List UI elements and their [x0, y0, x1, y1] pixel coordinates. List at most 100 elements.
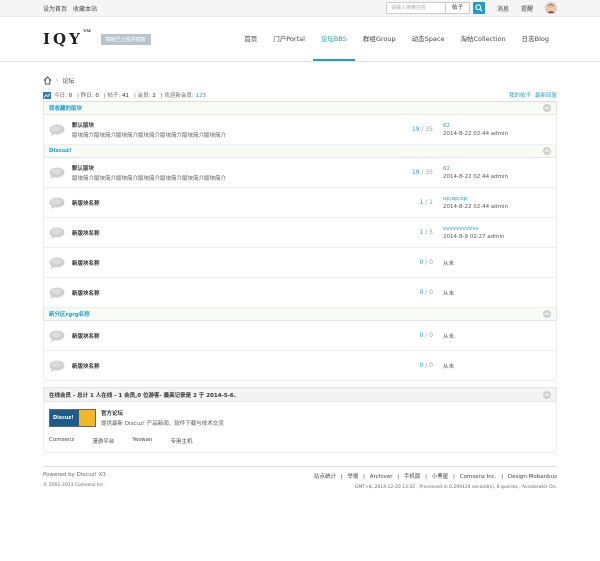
logo-text: IQY — [43, 30, 83, 48]
group-title[interactable]: 我收藏的版块 — [49, 104, 82, 112]
footer-link-blackroom[interactable]: 小黑屋 — [432, 474, 449, 480]
powered-by[interactable]: Powered by Discuz! X3 — [43, 472, 106, 478]
forum-groups: 我收藏的版块默认版块 版块简介版块简介版块简介版块简介版块简介版块简介版块简介 19… — [43, 102, 557, 381]
footer-divider: | — [363, 474, 365, 480]
stat-newest: | 欢迎新会员: 123 — [160, 93, 206, 99]
featured-link[interactable]: Discuz! 官方论坛 提供最新 Discuz! 产品新闻、软件下载与技术交流 — [49, 409, 551, 427]
forum-counts: 1 / 1 — [407, 199, 434, 206]
footer-right: 站点统计 | 举报 | Archiver | 手机版 | 小黑屋 | Comse… — [311, 472, 557, 490]
set-homepage-link[interactable]: 设为首页 — [43, 4, 67, 13]
forum-bubble-icon — [49, 330, 65, 342]
online-members-bar[interactable]: 在线会员 - 总计 1 人在线 - 1 会员,0 位游客- 最高记录是 2 于 … — [43, 387, 557, 402]
featured-link-title[interactable]: 官方论坛 — [101, 409, 224, 417]
search-input[interactable]: 请输入搜索内容 — [385, 2, 446, 14]
footer-link-archiver[interactable]: Archiver — [370, 474, 393, 480]
post-count: 5 — [429, 229, 433, 236]
thread-count: 19 — [411, 126, 420, 133]
last-post-never: 从未 — [443, 260, 455, 267]
bookmark-site-link[interactable]: 收藏本站 — [73, 4, 97, 13]
group-header[interactable]: 新分区rgrg名称 — [43, 308, 557, 321]
search-scope-select[interactable]: 帖子 — [445, 2, 470, 14]
forum-counts: 19 / 35 — [407, 169, 433, 176]
post-count: 0 — [429, 332, 433, 339]
my-posts-link[interactable]: 我的帖子 — [509, 91, 531, 99]
last-post-never: 从未 — [443, 290, 455, 297]
footer-divider: | — [397, 474, 400, 480]
footer-link-report[interactable]: 举报 — [347, 474, 358, 480]
forum-row: 默认版块 版块简介版块简介版块简介版块简介版块简介版块简介版块简介 19 / 35 6… — [43, 158, 557, 188]
stat-yesterday-value: 0 — [95, 93, 99, 99]
forum-name[interactable]: 新版块名称 — [72, 259, 407, 267]
latest-replies-link[interactable]: 最新回复 — [535, 91, 557, 99]
footer-divider: | — [425, 474, 428, 480]
footer-link-comsenz[interactable]: Comsenz Inc. — [460, 474, 497, 480]
forum-counts: 0 / 0 — [407, 289, 434, 296]
forum-last-post: 从未 — [443, 259, 551, 267]
nav-bbs[interactable]: 论坛BBS — [312, 17, 355, 61]
discuz-logo[interactable]: Discuz! — [49, 409, 96, 427]
group-title[interactable]: Discuz! — [49, 148, 72, 154]
collapse-button[interactable] — [543, 310, 551, 318]
forum-name[interactable]: 默认版块 — [72, 121, 407, 129]
stat-today-value: 0 — [68, 93, 73, 99]
collapse-button[interactable] — [543, 104, 551, 112]
messages-link[interactable]: 消息 — [497, 4, 509, 13]
footer-link-design[interactable]: Design:Mobanbus — [508, 474, 557, 480]
nav-blog[interactable]: 日志Blog — [514, 17, 557, 61]
link-yeswan[interactable]: Yeswan — [132, 437, 152, 445]
logo-badge: 模板巴士提供模板 — [100, 33, 151, 45]
footer-link-stats[interactable]: 站点统计 — [314, 474, 336, 480]
group-header[interactable]: Discuz! — [43, 145, 557, 158]
forum-last-post: op;op;op 2014-8-22 02:44 admin — [443, 196, 551, 210]
breadcrumb-separator: › — [56, 76, 59, 84]
breadcrumb-current[interactable]: 论坛 — [62, 76, 74, 85]
stat-members-label: 会员: — [137, 93, 151, 99]
link-hosting[interactable]: 专用主机 — [170, 437, 192, 445]
nav-space[interactable]: 动态Space — [404, 17, 453, 61]
nav-portal[interactable]: 门户Portal — [265, 17, 313, 61]
forum-counts: 0 / 0 — [407, 362, 434, 369]
group-title[interactable]: 新分区rgrg名称 — [49, 310, 90, 318]
last-post-title[interactable]: op;op;op — [443, 196, 551, 202]
site-logo[interactable]: IQY TM — [43, 28, 91, 48]
forum-main: 新版块名称 — [72, 332, 407, 340]
stats-chart-icon — [43, 91, 51, 99]
forum-name[interactable]: 新版块名称 — [72, 199, 407, 207]
forum-name[interactable]: 默认版块 — [72, 164, 407, 172]
chevron-up-icon — [544, 312, 550, 316]
last-post-meta: 2014-8-22 02:44 admin — [443, 203, 509, 210]
forum-counts: 1 / 5 — [407, 229, 434, 236]
chevron-up-icon — [544, 149, 550, 153]
newest-member-link[interactable]: 123 — [195, 93, 206, 99]
group-header[interactable]: 我收藏的版块 — [43, 102, 557, 115]
forum-name[interactable]: 新版块名称 — [72, 229, 407, 237]
last-post-title[interactable]: vvvvvvvvvvv — [443, 226, 551, 232]
link-comsenz[interactable]: Comsenz — [49, 437, 74, 445]
discuz-logo-text: Discuz! — [53, 415, 74, 421]
forum-row: 新版块名称 1 / 5 vvvvvvvvvvv 2014-8-9 02:27 admi… — [43, 218, 557, 248]
nav-home[interactable]: 首页 — [236, 17, 265, 61]
link-manyou[interactable]: 漫游平台 — [92, 437, 114, 445]
forum-name[interactable]: 新版块名称 — [72, 332, 407, 340]
forum-name[interactable]: 新版块名称 — [72, 362, 407, 370]
collapse-button[interactable] — [543, 390, 551, 399]
stat-yesterday: | 昨日: 0 — [77, 93, 99, 99]
avatar[interactable] — [545, 2, 557, 14]
forum-name[interactable]: 新版块名称 — [72, 289, 407, 297]
stat-members: | 会员: 2 — [134, 93, 156, 99]
nav-group[interactable]: 群组Group — [355, 17, 404, 61]
forum-main: 新版块名称 — [72, 289, 407, 297]
main-nav: 首页 门户Portal 论坛BBS 群组Group 动态Space 淘帖Coll… — [236, 17, 557, 61]
stat-yesterday-label: 昨日: — [80, 93, 94, 99]
notifications-link[interactable]: 提醒 — [521, 4, 533, 13]
nav-collection[interactable]: 淘帖Collection — [452, 17, 513, 61]
last-post-title[interactable]: 62 — [443, 166, 551, 172]
last-post-never: 从未 — [443, 333, 455, 340]
search-button[interactable] — [472, 2, 485, 14]
collapse-button[interactable] — [543, 147, 551, 155]
last-post-title[interactable]: 62 — [443, 123, 551, 129]
home-icon[interactable] — [43, 75, 52, 85]
forum-last-post: 62 2014-8-22 02:44 admin — [443, 123, 551, 137]
forum-bubble-icon — [49, 124, 65, 136]
footer-link-mobile[interactable]: 手机版 — [404, 474, 421, 480]
